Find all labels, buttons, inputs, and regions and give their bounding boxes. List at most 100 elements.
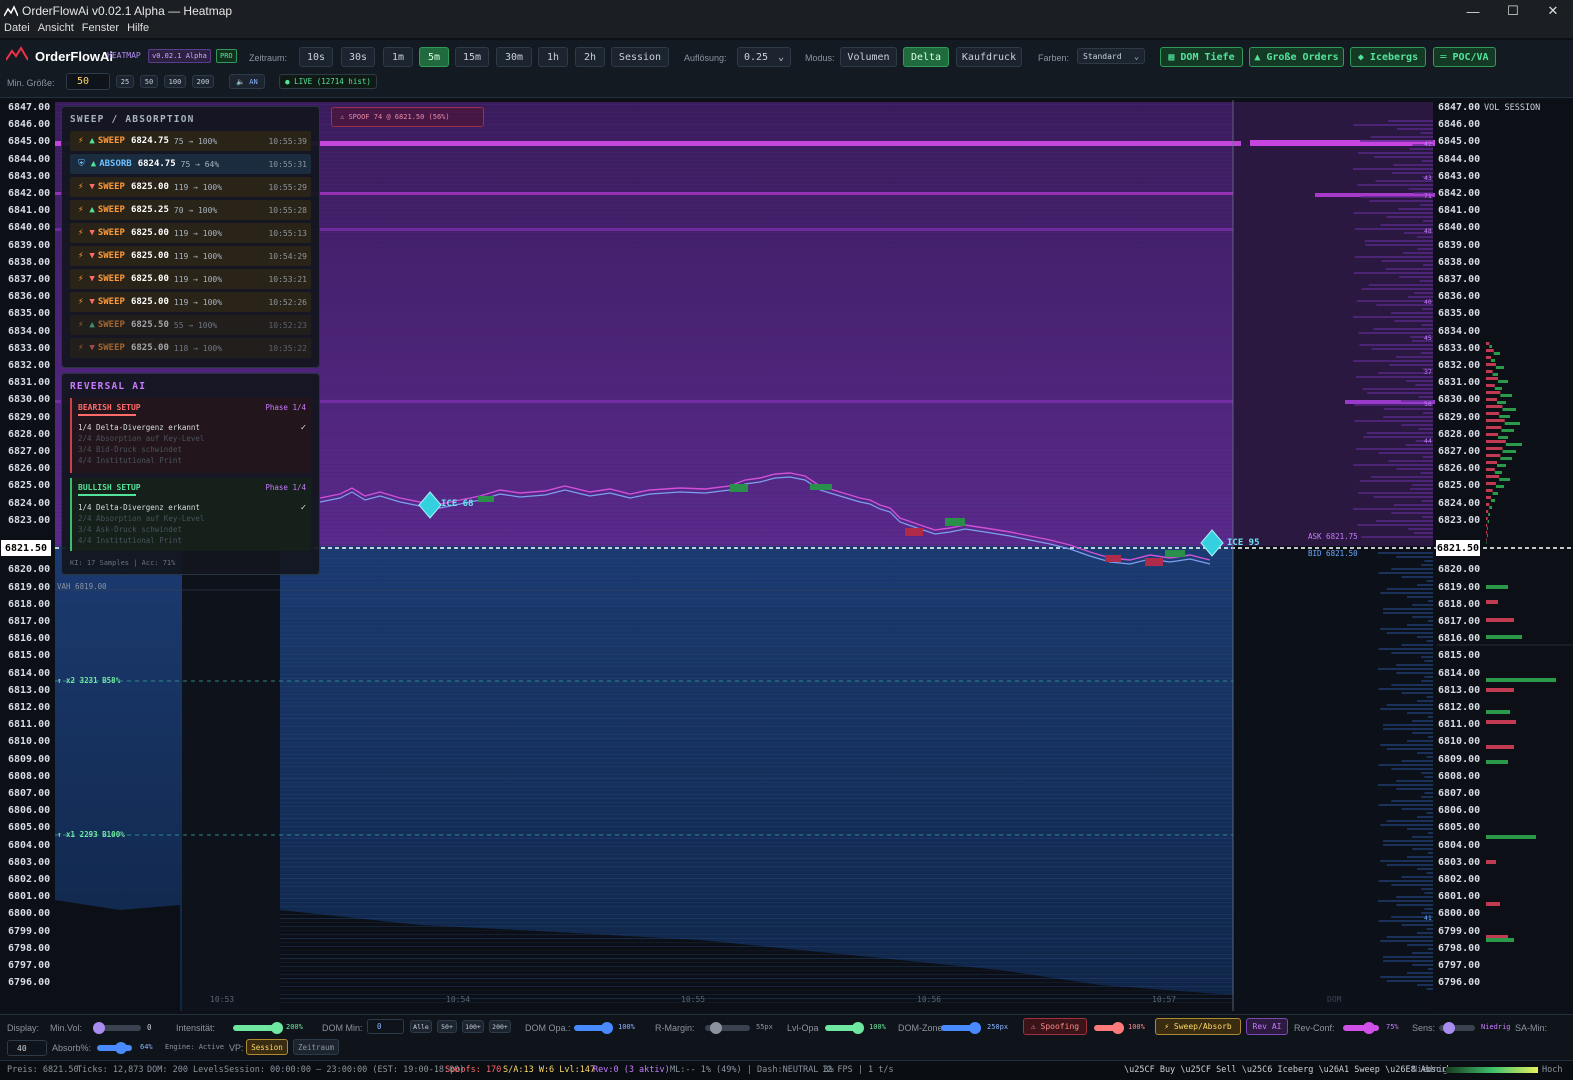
lvl-opa-slider[interactable] — [825, 1022, 864, 1034]
sweep-row[interactable]: ⚡ ▲ SWEEP 6825.50 55 → 100% 10:52:23 — [70, 315, 311, 335]
dom-zone-slider[interactable] — [941, 1022, 981, 1034]
dom-ask-bar — [1363, 436, 1433, 438]
intensitaet-slider[interactable] — [233, 1022, 283, 1034]
sweep-row[interactable]: ⚡ ▼ SWEEP 6825.00 119 → 100% 10:55:13 — [70, 223, 311, 243]
timeframe-15m[interactable]: 15m — [455, 47, 489, 67]
sweep-row[interactable]: ⚡ ▼ SWEEP 6825.00 118 → 100% 10:35:22 — [70, 338, 311, 358]
minimize-icon[interactable]: — — [1453, 0, 1493, 22]
dom-min-100[interactable]: 100+ — [462, 1020, 484, 1033]
brand-name: OrderFlowAi — [35, 49, 114, 64]
dom-ask-bar — [1413, 532, 1433, 534]
slider-knob[interactable] — [93, 1022, 105, 1034]
timeframe-5m[interactable]: 5m — [419, 47, 449, 67]
sweep-row[interactable]: ⚡ ▼ SWEEP 6825.00 119 → 100% 10:54:29 — [70, 246, 311, 266]
price-tick: 6810.00 — [1438, 736, 1481, 748]
dom-min-alle[interactable]: Alle — [410, 1020, 432, 1033]
timeframe-2h[interactable]: 2h — [575, 47, 605, 67]
min-groesse-input[interactable]: 50 — [66, 73, 110, 90]
dom-zone-label: DOM-Zone — [898, 1023, 943, 1033]
rev-conf-slider[interactable] — [1343, 1022, 1379, 1034]
dom-bid-bar — [1416, 932, 1433, 934]
farben-select[interactable]: Standard ⌄ — [1077, 48, 1145, 64]
vp-zeitraum[interactable]: Zeitraum — [293, 1039, 339, 1055]
timeframe-1h[interactable]: 1h — [538, 47, 568, 67]
sound-toggle[interactable]: 🔈 AN — [229, 74, 265, 89]
dom-ask-bar — [1373, 328, 1433, 330]
bid-level-line — [280, 706, 1233, 707]
dom-bid-bar — [1417, 636, 1433, 638]
menu-fenster[interactable]: Fenster — [78, 22, 123, 38]
minvol-slider[interactable] — [93, 1022, 141, 1034]
sa-min-input[interactable]: 40 — [7, 1040, 47, 1056]
aufloesung-select[interactable]: 0.25 ⌄ — [737, 47, 791, 67]
timeframe-session[interactable]: Session — [611, 47, 669, 67]
price-tick: 6796.00 — [8, 977, 51, 989]
price-tick: 6800.00 — [1438, 908, 1481, 920]
mode-kaufdruck[interactable]: Kaufdruck — [956, 47, 1022, 67]
pro-badge: PRO — [216, 49, 237, 63]
dom-min-200[interactable]: 200+ — [489, 1020, 511, 1033]
r-margin-slider[interactable] — [705, 1022, 750, 1034]
dom-ask-bar — [1368, 284, 1433, 286]
menu-hilfe[interactable]: Hilfe — [123, 22, 153, 38]
dom-opa-slider[interactable] — [574, 1022, 613, 1034]
dom-ask-bar — [1383, 408, 1433, 410]
sweep-row[interactable]: ⚡ ▼ SWEEP 6825.00 119 → 100% 10:55:29 — [70, 177, 311, 197]
display-label: Display: — [7, 1023, 40, 1033]
sens-slider[interactable] — [1439, 1022, 1475, 1034]
sweep-row[interactable]: ⚡ ▲ SWEEP 6825.25 70 → 100% 10:55:28 — [70, 200, 311, 220]
bullish-setup: BULLISH SETUP Phase 1/4 1/4 Delta-Diverg… — [70, 478, 311, 551]
absorb-slider[interactable] — [97, 1042, 132, 1054]
slider-knob[interactable] — [601, 1022, 613, 1034]
sweep-row[interactable]: ⚡ ▲ SWEEP 6824.75 75 → 100% 10:55:39 — [70, 131, 311, 151]
sweep-row[interactable]: ⚡ ▼ SWEEP 6825.00 119 → 100% 10:52:26 — [70, 292, 311, 312]
dom-ask-bar — [1369, 200, 1433, 202]
vp-session[interactable]: Session — [246, 1039, 288, 1055]
rev-ai-toggle[interactable]: Rev AI — [1246, 1018, 1288, 1035]
spoofing-toggle[interactable]: ⚠ Spoofing — [1023, 1018, 1087, 1035]
slider-knob[interactable] — [1112, 1022, 1124, 1034]
spoofing-slider[interactable] — [1094, 1022, 1124, 1034]
slider-knob[interactable] — [271, 1022, 283, 1034]
mode-delta[interactable]: Delta — [903, 47, 949, 67]
dom-min-input[interactable]: 0 — [367, 1019, 404, 1034]
size-preset-50[interactable]: 50 — [140, 75, 158, 88]
sweep-row[interactable]: ⚡ ▼ SWEEP 6825.00 119 → 100% 10:53:21 — [70, 269, 311, 289]
overlay-icebergs[interactable]: ◆ Icebergs — [1350, 47, 1426, 67]
slider-knob[interactable] — [852, 1022, 864, 1034]
maximize-icon[interactable]: ☐ — [1493, 0, 1533, 22]
heatmap-chart[interactable]: 6847.00 6846.00 6845.00 6844.00 6843.00 6842.… — [0, 100, 1573, 1012]
timeframe-30s[interactable]: 30s — [341, 47, 375, 67]
dom-ask-bar — [1361, 536, 1433, 538]
size-preset-100[interactable]: 100 — [164, 75, 186, 88]
slider-knob[interactable] — [969, 1022, 981, 1034]
close-icon[interactable]: ✕ — [1533, 0, 1573, 22]
overlay-grosse-orders[interactable]: ▲ Große Orders — [1249, 47, 1344, 67]
bid-level-line — [280, 610, 1233, 611]
overlay-dom-tiefe[interactable]: ▦ DOM Tiefe — [1160, 47, 1243, 67]
mode-volumen[interactable]: Volumen — [840, 47, 897, 67]
slider-knob[interactable] — [710, 1022, 722, 1034]
menu-ansicht[interactable]: Ansicht — [34, 22, 78, 38]
dom-bid-bar — [1401, 644, 1433, 646]
sweep-detail: 119 → 100% — [173, 251, 223, 261]
size-preset-200[interactable]: 200 — [192, 75, 214, 88]
timeframe-10s[interactable]: 10s — [299, 47, 333, 67]
dom-bid-bar — [1427, 716, 1433, 718]
slider-knob[interactable] — [115, 1042, 127, 1054]
dom-bid-bar — [1417, 584, 1433, 586]
dom-min-50[interactable]: 50+ — [437, 1020, 457, 1033]
bid-level-line — [280, 866, 1233, 867]
overlay-poc-va[interactable]: ═ POC/VA — [1433, 47, 1496, 67]
iceberg-label-left: ICE 68 — [441, 499, 474, 509]
slider-knob[interactable] — [1363, 1022, 1375, 1034]
timeframe-1m[interactable]: 1m — [383, 47, 413, 67]
sweep-row[interactable]: ⛨ ▲ ABSORB 6824.75 75 → 64% 10:55:31 — [70, 154, 311, 174]
size-preset-25[interactable]: 25 — [116, 75, 134, 88]
price-tick: 6807.00 — [8, 788, 51, 799]
dom-bid-bar — [1407, 828, 1433, 830]
menu-datei[interactable]: Datei — [0, 22, 34, 38]
slider-knob[interactable] — [1443, 1022, 1455, 1034]
sweep-absorb-toggle[interactable]: ⚡ Sweep/Absorb — [1155, 1018, 1241, 1035]
timeframe-30m[interactable]: 30m — [496, 47, 532, 67]
